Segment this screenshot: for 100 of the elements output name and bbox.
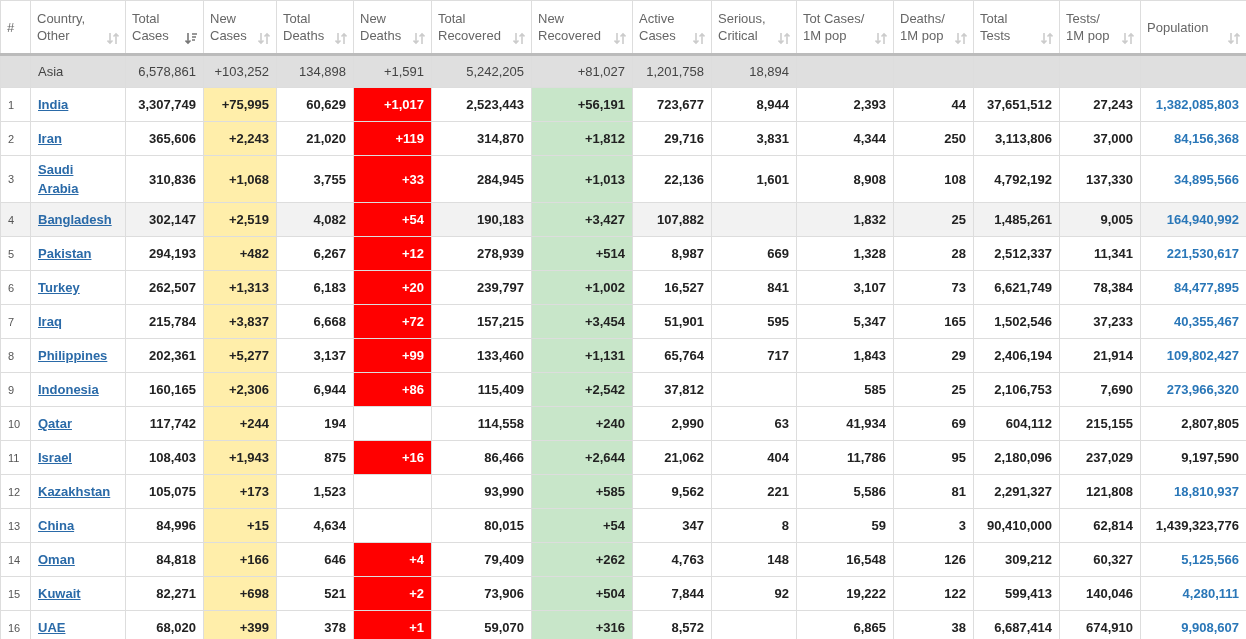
table-cell: 875 xyxy=(276,440,354,475)
table-cell: +262 xyxy=(531,542,633,577)
table-cell: 93,990 xyxy=(431,474,532,509)
table-cell: 11,786 xyxy=(796,440,894,475)
table-cell: +3,454 xyxy=(531,304,633,339)
table-cell: 202,361 xyxy=(125,338,204,373)
table-cell: 262,507 xyxy=(125,270,204,305)
row-number: 10 xyxy=(0,406,31,441)
table-cell: 4,634 xyxy=(276,508,354,543)
table-cell: 25 xyxy=(893,202,974,237)
row-number: 2 xyxy=(0,121,31,156)
table-cell: 2,523,443 xyxy=(431,87,532,122)
table-cell: 92 xyxy=(711,576,797,611)
table-cell: +3,837 xyxy=(203,304,277,339)
table-cell: 157,215 xyxy=(431,304,532,339)
table-cell: 65,764 xyxy=(632,338,712,373)
country-link[interactable]: Israel xyxy=(38,448,72,467)
table-cell: 117,742 xyxy=(125,406,204,441)
table-cell: 404 xyxy=(711,440,797,475)
table-cell: 79,409 xyxy=(431,542,532,577)
table-cell: 1,502,546 xyxy=(973,304,1060,339)
table-cell: +698 xyxy=(203,576,277,611)
table-cell: 114,558 xyxy=(431,406,532,441)
country-link[interactable]: UAE xyxy=(38,618,66,637)
table-cell: +5,277 xyxy=(203,338,277,373)
table-cell: 37,233 xyxy=(1059,304,1141,339)
table-cell: 86,466 xyxy=(431,440,532,475)
table-cell: +2,542 xyxy=(531,372,633,407)
table-cell: +54 xyxy=(531,508,633,543)
table-cell: 8,987 xyxy=(632,236,712,271)
table-cell: +482 xyxy=(203,236,277,271)
row-number: 14 xyxy=(0,542,31,577)
table-cell: 84,996 xyxy=(125,508,204,543)
table-cell: 108,403 xyxy=(125,440,204,475)
table-cell: +1,017 xyxy=(353,87,432,122)
table-cell: 73 xyxy=(893,270,974,305)
table-cell: 19,222 xyxy=(796,576,894,611)
country-link[interactable]: Qatar xyxy=(38,414,72,433)
table-cell: 347 xyxy=(632,508,712,543)
table-cell: +166 xyxy=(203,542,277,577)
row-number: 7 xyxy=(0,304,31,339)
table-cell: 60,629 xyxy=(276,87,354,122)
table-cell: 37,000 xyxy=(1059,121,1141,156)
table-cell: 133,460 xyxy=(431,338,532,373)
table-cell: +1,591 xyxy=(353,54,432,88)
table-cell: 41,934 xyxy=(796,406,894,441)
table-cell: 3,113,806 xyxy=(973,121,1060,156)
country-link[interactable]: Iran xyxy=(38,129,62,148)
table-cell: 90,410,000 xyxy=(973,508,1060,543)
table-cell: 165 xyxy=(893,304,974,339)
table-cell: +316 xyxy=(531,610,633,639)
table-cell: 4,792,192 xyxy=(973,155,1060,203)
table-cell: +103,252 xyxy=(203,54,277,88)
sort-icon[interactable] xyxy=(185,32,197,45)
row-number: 16 xyxy=(0,610,31,639)
table-cell: 122 xyxy=(893,576,974,611)
table-cell: 148 xyxy=(711,542,797,577)
table-cell: 9,005 xyxy=(1059,202,1141,237)
table-cell: 365,606 xyxy=(125,121,204,156)
table-cell: 284,945 xyxy=(431,155,532,203)
table-cell: 2,291,327 xyxy=(973,474,1060,509)
table-cell: 521 xyxy=(276,576,354,611)
table-cell: 8,944 xyxy=(711,87,797,122)
table-cell: +399 xyxy=(203,610,277,639)
row-number: 15 xyxy=(0,576,31,611)
row-number: 5 xyxy=(0,236,31,271)
table-cell: 215,784 xyxy=(125,304,204,339)
table-cell: +1,313 xyxy=(203,270,277,305)
table-cell: +2,644 xyxy=(531,440,633,475)
table-cell: +12 xyxy=(353,236,432,271)
table-cell: +81,027 xyxy=(531,54,633,88)
table-cell: +1,943 xyxy=(203,440,277,475)
table-cell: 44 xyxy=(893,87,974,122)
table-cell: +173 xyxy=(203,474,277,509)
table-cell: 3 xyxy=(893,508,974,543)
table-cell: +585 xyxy=(531,474,633,509)
table-cell: 160,165 xyxy=(125,372,204,407)
table-cell: +33 xyxy=(353,155,432,203)
table-cell: 51,901 xyxy=(632,304,712,339)
table-cell: 16,527 xyxy=(632,270,712,305)
table-cell: +2,306 xyxy=(203,372,277,407)
table-cell: +20 xyxy=(353,270,432,305)
table-cell: 6,267 xyxy=(276,236,354,271)
table-cell: 37,651,512 xyxy=(973,87,1060,122)
table-cell: +1,131 xyxy=(531,338,633,373)
table-cell: 3,307,749 xyxy=(125,87,204,122)
table-cell: 62,814 xyxy=(1059,508,1141,543)
table-cell: 82,271 xyxy=(125,576,204,611)
table-cell: 7,690 xyxy=(1059,372,1141,407)
table-cell: 80,015 xyxy=(431,508,532,543)
table-cell: 294,193 xyxy=(125,236,204,271)
country-link[interactable]: India xyxy=(38,95,69,114)
table-cell: +86 xyxy=(353,372,432,407)
table-cell: 84,818 xyxy=(125,542,204,577)
table-cell: Asia xyxy=(30,54,126,88)
country-link[interactable]: Iraq xyxy=(38,312,62,331)
table-cell: 5,242,205 xyxy=(431,54,532,88)
table-cell: 221 xyxy=(711,474,797,509)
table-cell: 21,062 xyxy=(632,440,712,475)
table-cell: +1,002 xyxy=(531,270,633,305)
